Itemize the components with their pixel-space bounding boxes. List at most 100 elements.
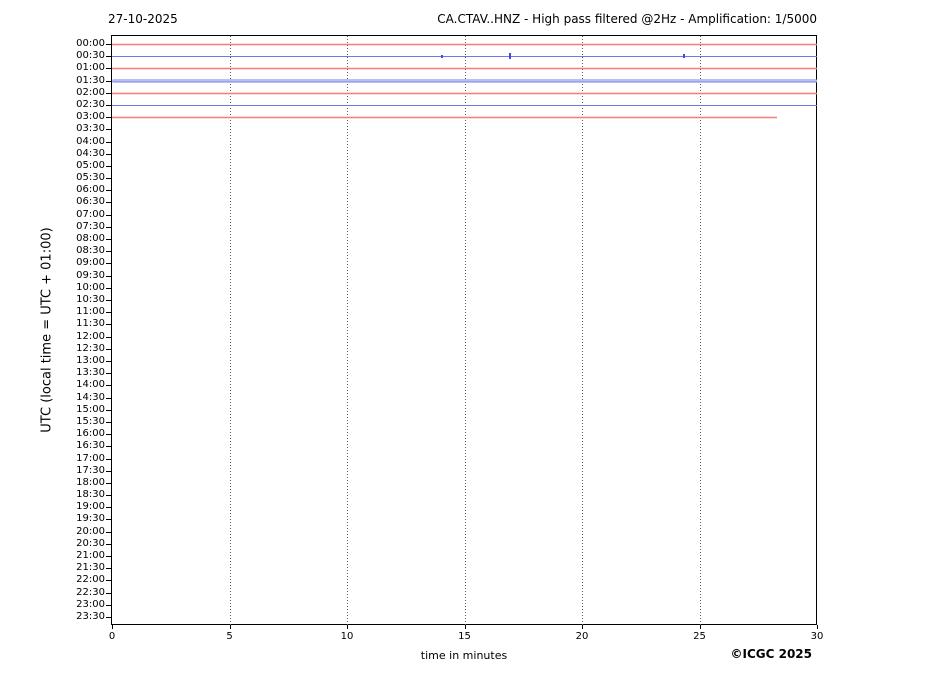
trace-00:00: [112, 44, 817, 45]
x-tick-label: 10: [340, 631, 354, 642]
y-tick-mark: [106, 482, 112, 484]
y-tick-label: 00:00: [76, 38, 105, 49]
x-tick-mark: [229, 625, 231, 629]
y-tick-mark: [106, 141, 112, 143]
y-tick-mark: [106, 495, 112, 497]
y-tick-mark: [106, 385, 112, 387]
y-tick-label: 03:00: [76, 111, 105, 123]
y-tick-label: 03:30: [76, 123, 105, 135]
y-tick-label: 20:00: [76, 525, 105, 537]
x-tick-mark: [347, 625, 348, 629]
x-tick-mark: [112, 625, 113, 629]
y-tick-mark: [106, 360, 112, 362]
y-tick-mark: [106, 604, 112, 606]
y-tick-mark: [106, 556, 112, 558]
x-tick-mark: [699, 625, 701, 629]
x-tick-label: 25: [693, 631, 706, 642]
trace-spike-00:30: [509, 53, 512, 60]
y-tick-mark: [106, 178, 112, 180]
y-tick-mark: [106, 287, 112, 289]
y-tick-label: 19:30: [76, 513, 105, 525]
y-tick-label: 23:00: [76, 598, 105, 610]
y-tick-mark: [106, 336, 112, 338]
y-tick-label: 04:30: [76, 147, 105, 159]
y-tick-mark: [106, 129, 112, 131]
y-tick-label: 06:30: [76, 196, 105, 208]
y-tick-label: 17:30: [76, 464, 105, 476]
x-tick-mark: [817, 625, 818, 629]
y-tick-mark: [106, 409, 112, 411]
y-tick-label: 17:00: [76, 452, 105, 464]
y-tick-mark: [106, 617, 112, 618]
y-tick-mark: [106, 348, 112, 350]
trace-spike-00:30: [683, 54, 686, 59]
y-tick-mark: [106, 543, 112, 545]
y-tick-mark: [106, 251, 112, 253]
y-tick-label: 01:30: [76, 74, 105, 86]
y-tick-label: 19:00: [76, 501, 105, 513]
trace-02:30: [112, 104, 817, 106]
y-tick-mark: [106, 531, 112, 533]
y-tick-mark: [106, 421, 112, 423]
y-tick-label: 23:30: [76, 611, 105, 622]
y-tick-label: 21:30: [76, 562, 105, 574]
x-tick-label: 20: [575, 631, 589, 642]
y-tick-mark: [106, 312, 112, 314]
plot-title: CA.CTAV..HNZ - High pass filtered @2Hz -…: [437, 12, 817, 26]
y-tick-label: 06:00: [76, 184, 105, 196]
y-tick-mark: [106, 275, 112, 277]
trace-03:00: [112, 117, 778, 119]
y-tick-mark: [106, 397, 112, 399]
y-tick-label: 02:30: [76, 98, 105, 110]
y-tick-label: 07:00: [76, 208, 105, 220]
trace-00:30: [112, 56, 817, 58]
copyright-credit: ©ICGC 2025: [730, 647, 812, 661]
x-tick-label: 30: [810, 631, 824, 642]
y-tick-label: 04:00: [76, 135, 105, 147]
y-tick-mark: [106, 592, 112, 594]
helicorder-figure: 27-10-2025 CA.CTAV..HNZ - High pass filt…: [0, 0, 927, 696]
y-tick-mark: [106, 580, 112, 582]
y-tick-label: 05:00: [76, 159, 105, 171]
y-tick-mark: [106, 214, 112, 216]
y-tick-label: 20:30: [76, 537, 105, 549]
y-tick-mark: [106, 190, 112, 192]
y-tick-label: 18:30: [76, 489, 105, 501]
y-tick-mark: [106, 458, 112, 460]
y-tick-label: 00:30: [76, 50, 105, 62]
y-tick-label: 22:00: [76, 574, 105, 586]
y-tick-mark: [106, 165, 112, 167]
y-tick-mark: [106, 507, 112, 509]
grid-line-5min: [229, 36, 231, 625]
y-tick-mark: [106, 153, 112, 155]
y-tick-mark: [106, 239, 112, 241]
trace-02:00: [112, 92, 817, 94]
trace-spike-00:30: [441, 54, 443, 58]
grid-line-25min: [699, 36, 701, 625]
y-tick-mark: [106, 263, 112, 265]
y-tick-label: 18:00: [76, 476, 105, 488]
y-tick-label: 01:00: [76, 62, 105, 74]
y-tick-mark: [106, 324, 112, 326]
grid-line-10min: [347, 36, 348, 625]
x-tick-label: 15: [458, 631, 471, 642]
grid-line-20min: [582, 36, 583, 625]
y-tick-mark: [106, 434, 112, 436]
y-tick-mark: [106, 568, 112, 570]
trace-01:00: [112, 68, 817, 70]
y-tick-mark: [106, 300, 112, 302]
y-tick-label: 21:00: [76, 550, 105, 562]
trace-band-core-01:30: [112, 80, 817, 82]
y-tick-mark: [106, 519, 112, 521]
y-tick-label: 16:30: [76, 440, 105, 452]
x-axis-label: time in minutes: [420, 649, 508, 662]
y-tick-mark: [106, 446, 112, 448]
y-tick-mark: [106, 226, 112, 228]
y-tick-mark: [106, 470, 112, 472]
y-tick-label: 22:30: [76, 586, 105, 598]
y-tick-mark: [106, 202, 112, 204]
y-tick-label: 05:30: [76, 172, 105, 184]
y-tick-mark: [106, 373, 112, 375]
x-tick-label: 5: [226, 631, 233, 642]
x-tick-mark: [582, 625, 583, 629]
